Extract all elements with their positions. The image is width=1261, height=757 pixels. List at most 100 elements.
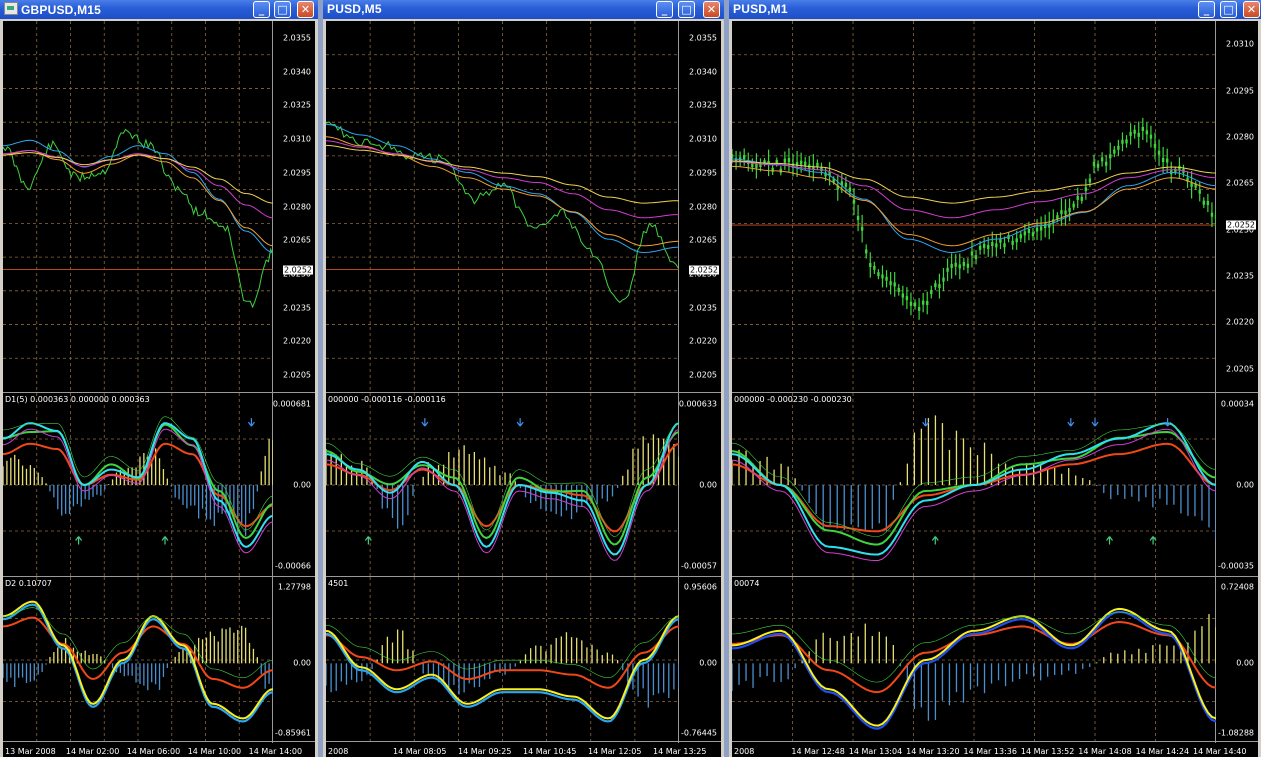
candle-body <box>995 243 998 248</box>
candle-body <box>991 242 994 247</box>
candle-body <box>1100 157 1104 162</box>
chart-window-gbpusd-m15[interactable]: GBPUSD,M15 _ □ ✕ 2.0355 2.0340 2.0325 2.031… <box>0 0 318 757</box>
candle-body <box>1121 139 1124 144</box>
candle-body <box>1117 145 1120 150</box>
candle-body <box>1015 238 1018 243</box>
last-price-label: 2.0252 <box>689 265 719 275</box>
arrow-down-icon <box>1091 418 1099 427</box>
arrow-down-icon <box>421 418 429 427</box>
price-tick-label: 2.0235 <box>283 303 311 313</box>
time-tick-label: 14 Mar 12:05 <box>588 747 642 756</box>
close-button[interactable]: ✕ <box>703 1 720 18</box>
candle-body <box>885 276 888 281</box>
indicator-chart-2 <box>3 577 273 743</box>
maximize-button[interactable]: □ <box>274 1 291 18</box>
oscillator-slow-line <box>732 442 1216 533</box>
candle-body <box>978 245 982 250</box>
minimize-button[interactable]: _ <box>1198 1 1215 18</box>
maximize-button[interactable]: □ <box>678 1 695 18</box>
candle-body <box>1039 226 1043 231</box>
candle-body <box>905 296 909 301</box>
indicator-axis: 0.72408 0.00 -1.08288 <box>1215 577 1258 743</box>
close-button[interactable]: ✕ <box>297 1 314 18</box>
price-tick-label: 2.0220 <box>689 336 717 346</box>
time-tick-label: 14 Mar 09:25 <box>458 747 512 756</box>
price-tick-label: 2.0325 <box>689 100 717 110</box>
time-tick-label: 14 Mar 13:25 <box>653 747 707 756</box>
indicator-tick-label: -0.85961 <box>275 728 311 738</box>
price-pane[interactable]: 2.0310 2.0295 2.0280 2.0265 2.0250 2.0235 2.02… <box>732 21 1258 392</box>
chart-frame[interactable]: 2.0355 2.0340 2.0325 2.0310 2.0295 2.0280 2.02… <box>326 21 721 757</box>
time-axis: 2008 14 Mar 08:05 14 Mar 09:25 14 Mar 10:45… <box>326 741 721 757</box>
indicator-label: 4501 <box>328 579 349 588</box>
maximize-button[interactable]: □ <box>1220 1 1237 18</box>
indicator-tick-label: 0.72408 <box>1220 582 1254 592</box>
time-tick-label: 14 Mar 14:00 <box>248 747 303 756</box>
candle-body <box>1060 210 1063 215</box>
price-pane[interactable]: 2.0355 2.0340 2.0325 2.0310 2.0295 2.0280 2.02… <box>326 21 721 392</box>
time-tick-label: 13 Mar 2008 <box>5 747 56 756</box>
indicator-label: 00074 <box>734 579 760 588</box>
arrow-up-icon <box>931 536 939 545</box>
candle-body <box>974 255 978 260</box>
candle-body <box>962 261 966 266</box>
candle-body <box>1088 178 1092 183</box>
candle-body <box>1072 203 1075 208</box>
candle-body <box>1129 131 1132 136</box>
window-titlebar[interactable]: PUSD,M1 _ □ ✕ <box>729 0 1261 19</box>
arrow-up-icon <box>161 536 169 545</box>
indicator-pane-2[interactable]: 0.95606 0.00 -0.76445 4501 <box>326 576 721 743</box>
indicator-axis: 1.27798 0.00 -0.85961 <box>272 577 315 743</box>
indicator-tick-label: -0.76445 <box>681 728 717 738</box>
price-tick-label: 2.0220 <box>283 336 311 346</box>
last-price-label: 2.0252 <box>1226 220 1256 230</box>
arrow-down-icon <box>922 418 930 427</box>
candle-body <box>1145 130 1149 135</box>
arrow-down-icon <box>516 418 524 427</box>
price-axis: 2.0355 2.0340 2.0325 2.0310 2.0295 2.0280 2.02… <box>678 21 721 392</box>
price-tick-label: 2.0340 <box>689 67 717 77</box>
minimize-button[interactable]: _ <box>656 1 673 18</box>
price-tick-label: 2.0205 <box>283 370 311 380</box>
candle-body <box>1141 126 1144 131</box>
time-axis: 2008 14 Mar 12:48 14 Mar 13:04 14 Mar 13:20… <box>732 741 1258 757</box>
candle-body <box>889 281 892 286</box>
indicator-pane-1[interactable]: 0.000633 0.00 -0.00057 000000 -0.000116 -0.… <box>326 392 721 577</box>
chart-frame[interactable]: 2.0310 2.0295 2.0280 2.0265 2.0250 2.0235 2.02… <box>732 21 1258 757</box>
indicator-label: D2 0.10707 <box>5 579 52 588</box>
candle-body <box>1092 161 1096 166</box>
candle-body <box>913 302 917 307</box>
chart-window-pusd-m1[interactable]: PUSD,M1 _ □ ✕ 2.0310 2.0295 2.0280 2.0265 2.… <box>729 0 1261 757</box>
candle-body <box>1149 134 1153 139</box>
time-tick-label: 2008 <box>328 747 349 756</box>
candle-body <box>860 226 864 231</box>
oscillator-slow-line <box>3 616 273 689</box>
minimize-button[interactable]: _ <box>253 1 270 18</box>
indicator-axis: 0.95606 0.00 -0.76445 <box>678 577 721 743</box>
price-tick-label: 2.0355 <box>689 33 717 43</box>
arrow-down-icon <box>247 418 255 427</box>
close-button[interactable]: ✕ <box>1243 1 1260 18</box>
candle-body <box>1023 231 1027 236</box>
indicator-tick-label: 0.000681 <box>272 399 311 409</box>
indicator-pane-2[interactable]: 1.27798 0.00 -0.85961 D2 0.10707 <box>3 576 315 743</box>
time-tick-label: 14 Mar 10:45 <box>523 747 577 756</box>
indicator-pane-1[interactable]: 0.000681 0.00 -0.00066 D1(5) 0.000363 0.000… <box>3 392 315 577</box>
indicator-chart-1 <box>732 393 1216 577</box>
indicator-pane-2[interactable]: 0.72408 0.00 -1.08288 00074 <box>732 576 1258 743</box>
candle-body <box>1027 228 1031 233</box>
window-titlebar[interactable]: PUSD,M5 _ □ ✕ <box>323 0 724 19</box>
price-tick-label: 2.0295 <box>1226 86 1254 96</box>
arrow-down-icon <box>1164 418 1172 427</box>
candle-body <box>1210 212 1214 217</box>
price-pane[interactable]: 2.0355 2.0340 2.0325 2.0310 2.0295 2.0280 2.02… <box>3 21 315 392</box>
window-titlebar[interactable]: GBPUSD,M15 _ □ ✕ <box>0 0 318 19</box>
indicator-tick-label: 0.00 <box>699 480 717 490</box>
candle-body <box>1214 214 1216 219</box>
time-tick-label: 14 Mar 14:08 <box>1078 747 1132 756</box>
chart-window-pusd-m5[interactable]: PUSD,M5 _ □ ✕ 2.0355 2.0340 2.0325 2.0310 2.… <box>323 0 724 757</box>
time-tick-label: 14 Mar 02:00 <box>65 747 120 756</box>
chart-frame[interactable]: 2.0355 2.0340 2.0325 2.0310 2.0295 2.0280 2.02… <box>3 21 315 757</box>
price-tick-label: 2.0265 <box>283 235 311 245</box>
indicator-pane-1[interactable]: 0.00034 0.00 -0.00035 000000 -0.000230 -0.0… <box>732 392 1258 577</box>
